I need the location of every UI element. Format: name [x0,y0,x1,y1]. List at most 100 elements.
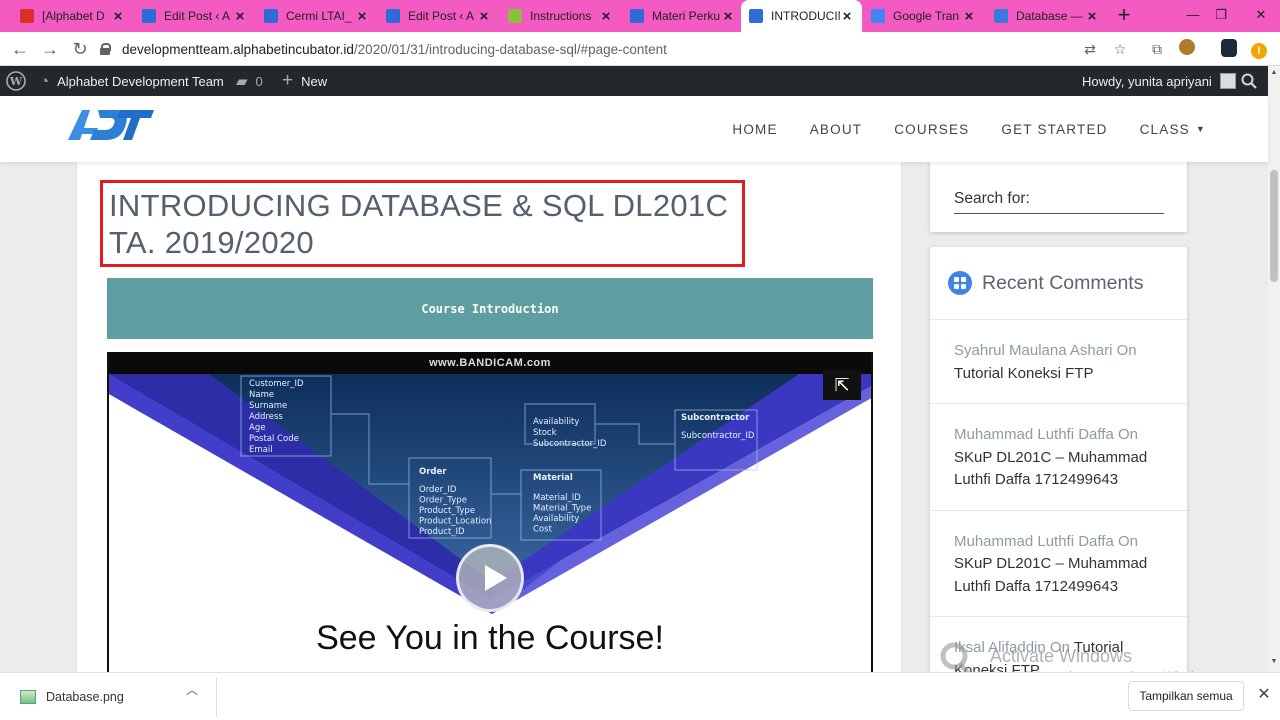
tab-title: [Alphabet D [42,9,105,23]
scroll-down-arrow-icon[interactable]: ▼ [1268,658,1280,665]
window-close-icon[interactable]: ✕ [1246,2,1276,28]
url-path: /2020/01/31/introducing-database-sql/#pa… [353,41,667,57]
close-icon[interactable]: ✕ [1254,685,1274,705]
scroll-up-arrow-icon[interactable]: ▲ [1268,69,1280,76]
course-introduction-banner: Course Introduction [107,278,873,339]
nav-item-label: HOME [732,121,778,137]
forward-arrow-icon[interactable]: → [38,37,62,61]
nav-item-about[interactable]: ABOUT [810,122,863,137]
bookmark-star-icon[interactable]: ☆ [1110,39,1130,59]
diagram-label: Subcontractor_ID [533,439,607,449]
extension-icon[interactable] [1177,39,1197,59]
diagram-entity-title: Order [419,467,447,477]
nav-item-label: ABOUT [809,121,863,137]
browser-tab[interactable]: Materi Perku × [622,0,743,32]
show-all-downloads-button[interactable]: Tampilkan semua [1128,681,1244,711]
admin-search-icon[interactable] [1241,66,1257,96]
update-alert-icon[interactable]: ! [1249,39,1269,59]
diagram-label: Material_Type [533,504,591,514]
search-input[interactable] [954,213,1164,214]
download-bar: Database.png ︿ Tampilkan semua ✕ [0,672,1280,720]
comment-author-link[interactable]: Syahrul Maulana Ashari [954,342,1112,359]
diagram-label: Postal Code [249,434,299,444]
translate-page-icon[interactable]: ⇄ [1080,39,1100,59]
nav-item-label: CLASS [1139,121,1190,137]
diagram-label: Order_Type [419,496,467,506]
screenshot-extension-icon[interactable]: ⧉ [1147,39,1167,59]
nav-item-label: GET STARTED [1001,121,1108,137]
new-tab-plus-icon[interactable]: + [1112,4,1136,28]
download-divider [216,677,217,717]
nav-item-class[interactable]: CLASS ▼ [1140,122,1206,137]
back-arrow-icon[interactable]: ← [8,37,32,61]
browser-tab[interactable]: [Alphabet D × [12,0,133,32]
comment-post-link[interactable]: SKuP DL201C – Muhammad Luthfi Daffa 1712… [954,449,1147,489]
browser-tab[interactable]: Google Tran × [863,0,984,32]
tab-title: Edit Post ‹ A [164,9,231,23]
adt-logo[interactable] [68,106,154,142]
tab-close-icon[interactable]: × [1085,8,1099,25]
comment-author-link[interactable]: Muhammad Luthfi Daffa [954,426,1114,443]
dashboard-gauge-icon: ◔ [40,72,50,90]
play-button-icon[interactable] [456,544,524,612]
diagram-label: Email [249,445,273,455]
browser-tab[interactable]: Edit Post ‹ A × [378,0,499,32]
diagram-label: Cost [533,525,553,535]
browser-tab[interactable]: Database — × [986,0,1107,32]
wordpress-logo-icon[interactable]: W [6,66,26,96]
tab-title: Cermi LTAI_ [286,9,352,23]
diagram-label: Availability [533,417,579,427]
comment-post-link[interactable]: Tutorial Koneksi FTP [954,365,1094,382]
tab-close-icon[interactable]: × [962,8,976,25]
minimize-icon[interactable]: — [1178,2,1208,28]
tab-close-icon[interactable]: × [233,8,247,25]
widget-grid-icon [948,271,972,295]
browser-tab[interactable]: Cermi LTAI_ × [256,0,377,32]
site-name-link[interactable]: ◔ Alphabet Development Team [40,66,224,96]
tab-close-icon[interactable]: × [111,8,125,25]
diagram-label: Product_ID [419,527,465,537]
nav-item-get-started[interactable]: GET STARTED [1001,122,1107,137]
chevron-up-icon[interactable]: ︿ [186,681,198,698]
adt-icon [749,9,763,23]
open-external-icon[interactable]: ⇱ [823,370,861,400]
profile-avatar-icon[interactable] [1219,39,1239,59]
plus-icon: + [282,70,294,91]
address-bar[interactable]: developmentteam.alphabetincubator.id/202… [100,36,1140,62]
svg-text:W: W [9,75,23,88]
restore-icon[interactable]: ❐ [1206,2,1236,28]
diagram-label: Availability [533,514,579,524]
recent-comments-heading: Recent Comments [930,247,1187,320]
comment-post-link[interactable]: SKuP DL201C – Muhammad Luthfi Daffa 1712… [954,555,1147,595]
download-item[interactable]: Database.png [12,681,212,713]
comment-author-link[interactable]: Iksal Alifaddin [954,639,1046,656]
nav-item-home[interactable]: HOME [732,122,777,137]
nav-item-courses[interactable]: COURSES [894,122,969,137]
my-account-link[interactable]: Howdy, yunita apriyani [1082,66,1236,96]
tab-close-icon[interactable]: × [840,8,854,25]
post-title-highlight: INTRODUCING DATABASE & SQL DL201C TA. 20… [100,180,745,267]
reload-icon[interactable]: ↻ [68,37,92,61]
tab-close-icon[interactable]: × [599,8,613,25]
browser-tab[interactable]: Edit Post ‹ A × [134,0,255,32]
browser-tab-strip: [Alphabet D × Edit Post ‹ A × Cermi LTAI_ × Ed… [0,0,1280,32]
recent-comment-item: Syahrul Maulana Ashari On Tutorial Konek… [930,320,1187,404]
browser-tab[interactable]: INTRODUCIN × [741,0,862,32]
lock-icon [100,43,111,55]
new-content-link[interactable]: + New [282,66,327,96]
comment-author-link[interactable]: Muhammad Luthfi Daffa [954,533,1114,550]
diagram-label: Subcontractor_ID [681,431,755,441]
gmail-icon [20,9,34,23]
diagram-entity-title: Subcontractor [681,413,750,423]
tab-close-icon[interactable]: × [721,8,735,25]
comments-link[interactable]: ▰ 0 [236,66,263,96]
tab-close-icon[interactable]: × [477,8,491,25]
scrollbar-thumb[interactable] [1270,170,1278,282]
page-scrollbar[interactable]: ▲ ▼ [1268,66,1280,672]
diagram-label: Material_ID [533,493,581,503]
browser-tab[interactable]: Instructions × [500,0,621,32]
video-embed[interactable]: www.BANDICAM.com Customer_ID Name Surnam… [107,352,873,672]
tab-close-icon[interactable]: × [355,8,369,25]
comment-bubble-icon: ▰ [236,73,248,90]
translate-icon [871,9,885,23]
